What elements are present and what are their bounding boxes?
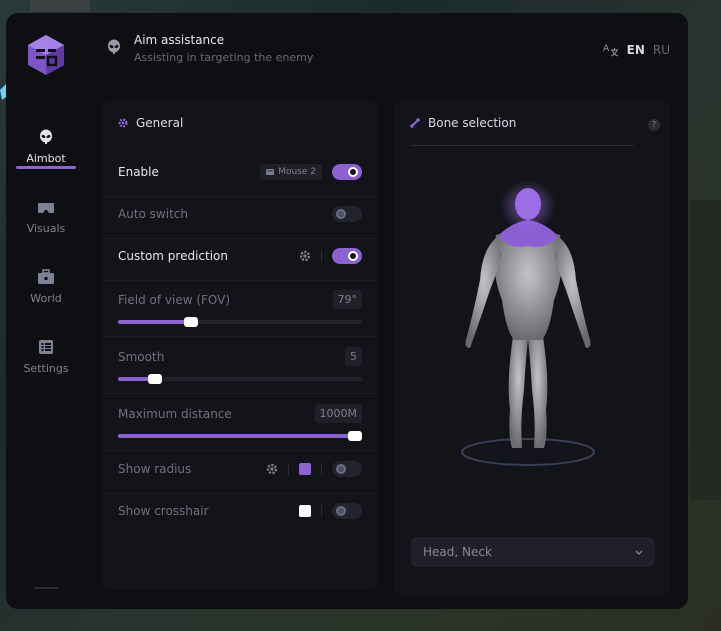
separator xyxy=(321,463,322,475)
sidebar-item-aimbot[interactable]: Aimbot xyxy=(16,113,76,169)
lang-en-button[interactable]: EN xyxy=(627,43,645,57)
header: Aim assistance Assisting in targeting th… xyxy=(106,33,676,73)
bone-dropdown[interactable]: Head, Neck xyxy=(411,537,655,567)
toolbox-icon xyxy=(38,269,54,284)
page-subtitle: Assisting in targeting the enemy xyxy=(134,51,314,64)
bone-dropdown-value: Head, Neck xyxy=(423,545,492,559)
custom-prediction-toggle[interactable] xyxy=(332,248,362,264)
fov-slider[interactable] xyxy=(118,317,362,327)
smooth-value[interactable]: 5 xyxy=(345,347,362,366)
smooth-slider-thumb[interactable] xyxy=(147,374,162,384)
max-distance-value[interactable]: 1000M xyxy=(314,404,362,423)
list-icon xyxy=(39,340,53,354)
vr-goggles-icon xyxy=(38,203,54,213)
divider xyxy=(102,493,378,494)
keybind-badge[interactable]: Mouse 2 xyxy=(260,164,322,180)
show-radius-toggle[interactable] xyxy=(332,461,362,477)
max-distance-slider-thumb[interactable] xyxy=(348,431,362,441)
bone-icon xyxy=(410,118,420,128)
general-title: General xyxy=(136,116,184,130)
logo-icon xyxy=(28,35,64,75)
fov-value[interactable]: 79° xyxy=(332,290,362,309)
radius-color-swatch[interactable] xyxy=(299,463,311,475)
sidebar-label-aimbot: Aimbot xyxy=(26,152,66,165)
divider xyxy=(102,450,378,451)
fov-slider-thumb[interactable] xyxy=(184,317,199,327)
custom-prediction-label: Custom prediction xyxy=(118,249,228,263)
alien-icon xyxy=(40,129,52,144)
keybind-label: Mouse 2 xyxy=(278,167,316,177)
auto-switch-row: Auto switch xyxy=(118,206,362,222)
gear-icon[interactable] xyxy=(266,463,278,475)
separator xyxy=(321,505,322,517)
fov-slider-fill xyxy=(118,320,192,324)
show-radius-label: Show radius xyxy=(118,462,192,476)
bone-selection-panel: Bone selection ? Head, Neck xyxy=(394,100,670,596)
divider xyxy=(102,196,378,197)
max-distance-label: Maximum distance xyxy=(118,406,232,421)
show-crosshair-row: Show crosshair xyxy=(118,503,362,519)
show-crosshair-toggle[interactable] xyxy=(332,503,362,519)
general-header: General xyxy=(118,116,183,130)
fov-label: Field of view (FOV) xyxy=(118,292,231,307)
alien-icon xyxy=(108,39,120,54)
enable-label: Enable xyxy=(118,165,159,179)
help-icon[interactable]: ? xyxy=(648,119,660,131)
sidebar: Aimbot Visuals World Settings xyxy=(6,13,86,609)
enable-toggle[interactable] xyxy=(332,164,362,180)
max-distance-slider[interactable] xyxy=(118,431,362,441)
auto-switch-label: Auto switch xyxy=(118,207,188,221)
page-title: Aim assistance xyxy=(134,33,225,47)
max-distance-row: Maximum distance 1000M xyxy=(118,404,362,423)
smooth-row: Smooth 5 xyxy=(118,347,362,366)
smooth-slider[interactable] xyxy=(118,374,362,384)
smooth-label: Smooth xyxy=(118,349,165,364)
divider xyxy=(102,393,378,394)
lang-ru-button[interactable]: RU xyxy=(653,43,670,57)
show-radius-row: Show radius xyxy=(118,461,362,477)
sidebar-label-world: World xyxy=(30,292,62,305)
svg-text:A: A xyxy=(603,44,610,54)
gear-icon[interactable] xyxy=(299,250,311,262)
bone-title: Bone selection xyxy=(428,116,517,130)
app-window: Aimbot Visuals World Settings Aim assist… xyxy=(6,13,688,609)
separator xyxy=(288,463,289,475)
divider xyxy=(410,145,634,146)
general-panel: General Enable Mouse 2 Auto switch Custo… xyxy=(102,100,378,590)
sidebar-item-visuals[interactable]: Visuals xyxy=(16,183,76,235)
sidebar-label-settings: Settings xyxy=(23,362,69,375)
sidebar-label-visuals: Visuals xyxy=(26,222,66,235)
divider xyxy=(102,280,378,281)
custom-prediction-row: Custom prediction xyxy=(118,248,362,264)
body-model[interactable] xyxy=(456,180,606,480)
crosshair-color-swatch[interactable] xyxy=(299,505,311,517)
bone-header: Bone selection xyxy=(410,116,516,130)
divider xyxy=(102,238,378,239)
gear-icon xyxy=(118,118,128,128)
sidebar-item-settings[interactable]: Settings xyxy=(16,323,76,375)
language-switcher: A EN RU xyxy=(603,42,670,58)
keyboard-icon xyxy=(266,169,275,175)
translate-icon[interactable]: A xyxy=(603,42,619,58)
chevron-down-icon xyxy=(635,550,643,555)
sidebar-item-world[interactable]: World xyxy=(16,253,76,305)
enable-row: Enable Mouse 2 xyxy=(118,164,362,180)
separator xyxy=(321,250,322,262)
auto-switch-toggle[interactable] xyxy=(332,206,362,222)
max-distance-slider-fill xyxy=(118,434,355,438)
show-crosshair-label: Show crosshair xyxy=(118,504,209,518)
sidebar-divider xyxy=(34,587,58,589)
divider xyxy=(102,336,378,337)
fov-row: Field of view (FOV) 79° xyxy=(118,290,362,309)
